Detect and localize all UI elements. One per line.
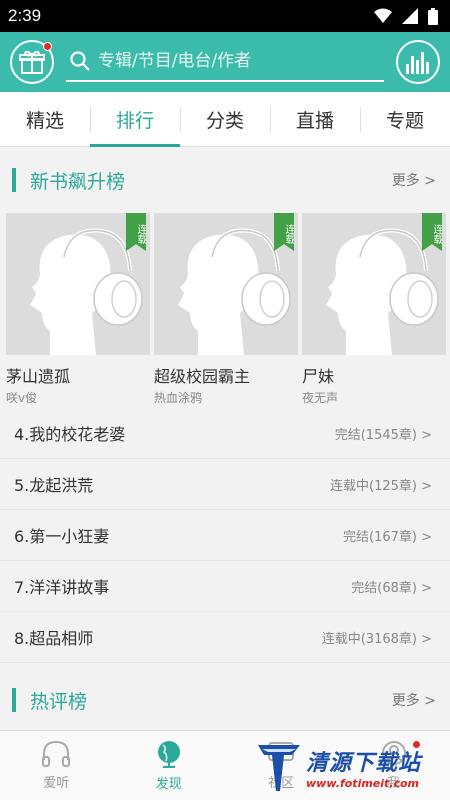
rank-status: 完结(167章) > (343, 529, 432, 545)
status-icons (374, 7, 438, 25)
signal-icon (402, 8, 418, 24)
watermark-url: www.fotimeit.com (306, 776, 420, 790)
book-title: 尸妹 (302, 367, 335, 386)
book-cover: 连载 (6, 213, 150, 355)
nav-listen[interactable]: 爱听 (0, 731, 113, 800)
nav-label: 爱听 (43, 776, 70, 791)
rank-title: 7.洋洋讲故事 (14, 578, 110, 597)
watermark-text: 清源下载站 (306, 750, 422, 776)
book-author: 夜无声 (302, 391, 339, 405)
more-link[interactable]: 更多 > (392, 690, 436, 710)
book-cards: 连载 茅山遗孤 咲v俊 连载 超级校园霸主 热血涂鸦 连载 尸妹 夜无声 (0, 213, 450, 406)
tab-category[interactable]: 分类 (180, 92, 270, 146)
top-bar (0, 32, 450, 92)
gift-icon (19, 50, 45, 74)
notification-dot (43, 42, 52, 51)
search-box[interactable] (66, 42, 384, 82)
nav-discover[interactable]: 发现 (113, 731, 226, 800)
book-author: 热血涂鸦 (154, 391, 203, 405)
status-time: 2:39 (8, 6, 42, 25)
new-books-header: 新书飙升榜 更多 > (0, 147, 450, 213)
rank-list: 4.我的校花老婆 完结(1545章) > 5.龙起洪荒 连载中(125章) > … (0, 408, 450, 663)
watermark-logo (258, 745, 300, 791)
list-item[interactable]: 5.龙起洪荒 连载中(125章) > (0, 459, 450, 510)
accent-bar (12, 688, 16, 712)
book-card[interactable]: 连载 超级校园霸主 热血涂鸦 (154, 213, 298, 406)
rank-title: 8.超品相师 (14, 629, 94, 648)
rank-title: 6.第一小狂妻 (14, 527, 110, 546)
list-item[interactable]: 7.洋洋讲故事 完结(68章) > (0, 561, 450, 612)
tab-ranking[interactable]: 排行 (90, 92, 180, 147)
book-author: 咲v俊 (6, 391, 38, 405)
list-item[interactable]: 6.第一小狂妻 完结(167章) > (0, 510, 450, 561)
tab-topics[interactable]: 专题 (360, 92, 450, 146)
equalizer-icon (406, 52, 429, 74)
battery-icon (428, 7, 438, 25)
book-title: 茅山遗孤 (6, 367, 71, 386)
accent-bar (12, 168, 16, 192)
rank-status: 连载中(3168章) > (321, 631, 432, 647)
rank-status: 连载中(125章) > (330, 478, 432, 494)
player-button[interactable] (396, 40, 440, 84)
book-cover: 连载 (154, 213, 298, 355)
book-card[interactable]: 连载 茅山遗孤 咲v俊 (6, 213, 150, 406)
rank-title: 4.我的校花老婆 (14, 425, 126, 444)
watermark: 清源下载站 www.fotimeit.com (256, 738, 446, 796)
globe-icon (157, 741, 180, 768)
search-input[interactable] (98, 51, 380, 71)
headphones-icon (42, 740, 71, 767)
gift-button[interactable] (10, 40, 54, 84)
rank-status: 完结(1545章) > (334, 427, 432, 443)
book-title: 超级校园霸主 (154, 367, 251, 386)
list-item[interactable]: 8.超品相师 连载中(3168章) > (0, 612, 450, 663)
wifi-icon (374, 8, 392, 23)
rank-status: 完结(68章) > (351, 580, 432, 596)
tab-live[interactable]: 直播 (270, 92, 360, 146)
list-item[interactable]: 4.我的校花老婆 完结(1545章) > (0, 408, 450, 459)
rank-title: 5.龙起洪荒 (14, 476, 94, 495)
status-bar: 2:39 (0, 0, 450, 32)
hot-comments-header: 热评榜 更多 > (0, 667, 450, 730)
more-link[interactable]: 更多 > (392, 170, 436, 190)
section-title: 热评榜 (30, 690, 88, 713)
section-title: 新书飙升榜 (30, 170, 126, 193)
content: 新书飙升榜 更多 > 连载 茅山遗孤 咲v俊 连载 超级校园霸主 热血涂鸦 连载… (0, 147, 450, 730)
book-card[interactable]: 连载 尸妹 夜无声 (302, 213, 446, 406)
book-cover: 连载 (302, 213, 446, 355)
tab-featured[interactable]: 精选 (0, 92, 90, 146)
tab-bar: 精选 排行 分类 直播 专题 (0, 92, 450, 147)
search-icon (70, 51, 90, 71)
nav-label: 发现 (155, 777, 182, 792)
